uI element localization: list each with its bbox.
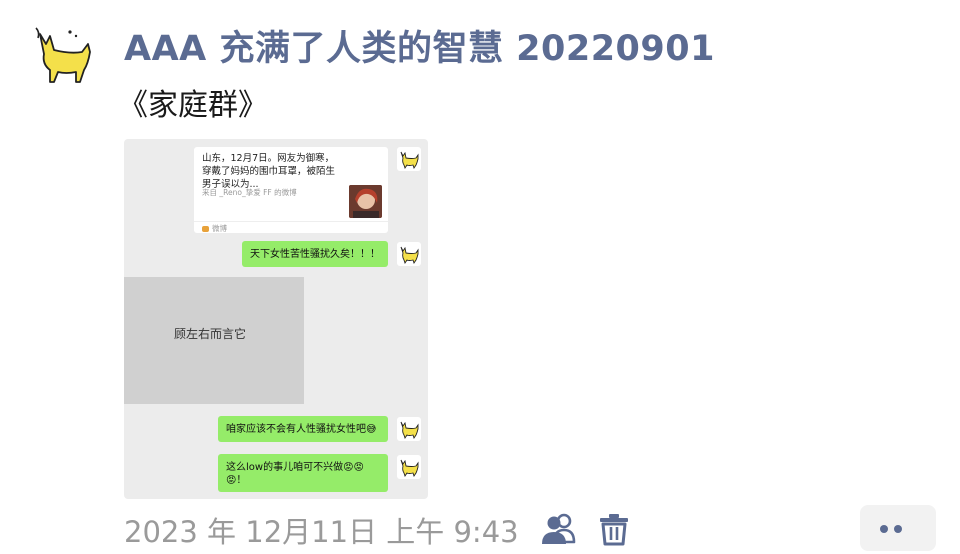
post-title: AAA 充满了人类的智慧 20220901 — [124, 29, 715, 69]
post-subtitle: 《家庭群》 — [118, 88, 268, 123]
trash-icon[interactable] — [598, 512, 630, 546]
chat-message-bubble: 咱家应该不会有人性骚扰女性吧😅 — [218, 416, 388, 442]
author-avatar-cat-icon[interactable] — [30, 24, 96, 86]
divider — [194, 221, 388, 222]
chat-message-bubble: 天下女性苦性骚扰久矣！！！ — [242, 241, 388, 267]
chat-image-placeholder: 顾左右而言它 — [124, 277, 304, 404]
people-icon[interactable] — [540, 512, 576, 546]
post-timestamp: 2023 年 12月11日 上午 9:43 — [124, 515, 519, 549]
sender-avatar-cat-icon — [397, 242, 421, 266]
shared-card-thumbnail — [349, 185, 382, 218]
chat-message-bubble: 这么low的事儿咱可不兴做😡😡😡！ — [218, 454, 388, 492]
more-dots-icon — [880, 525, 888, 533]
weibo-icon — [202, 226, 209, 232]
shared-weibo-card: 山东，12月7日。网友为御寒，穿戴了妈妈的围巾耳罩，被陌生男子误以为... 来自… — [194, 147, 388, 233]
sender-avatar-cat-icon — [397, 147, 421, 171]
sender-avatar-cat-icon — [397, 417, 421, 441]
shared-card-app: 微博 — [202, 223, 227, 234]
shared-card-text: 山东，12月7日。网友为御寒，穿戴了妈妈的围巾耳罩，被陌生男子误以为... — [202, 153, 336, 190]
shared-card-source: 来自 _Reno_挚爱 FF 的微博 — [202, 188, 297, 197]
shared-card-app-label: 微博 — [212, 224, 227, 233]
chat-screenshot-image[interactable]: 山东，12月7日。网友为御寒，穿戴了妈妈的围巾耳罩，被陌生男子误以为... 来自… — [124, 139, 428, 499]
sender-avatar-cat-icon — [397, 455, 421, 479]
image-placeholder-text: 顾左右而言它 — [174, 327, 247, 341]
more-options-button[interactable] — [860, 505, 936, 551]
more-dots-icon — [894, 525, 902, 533]
